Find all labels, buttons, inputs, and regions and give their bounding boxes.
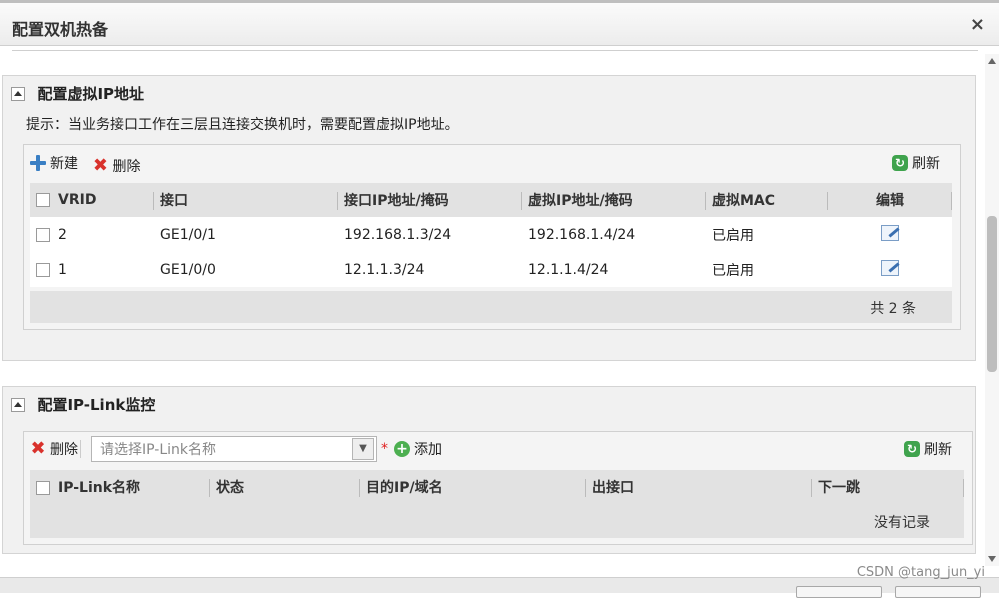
delete-button[interactable]: ✖ 删除 xyxy=(30,439,78,459)
column-header-iplink-name[interactable]: IP-Link名称 xyxy=(30,470,210,504)
edit-icon[interactable] xyxy=(881,259,899,276)
record-count: 共 2 条 xyxy=(870,301,916,317)
iplink-select[interactable]: 请选择IP-Link名称 ▼ xyxy=(91,436,377,462)
cell-edit xyxy=(828,252,952,287)
cancel-button[interactable] xyxy=(895,586,981,598)
cell-vmac: 已启用 xyxy=(706,252,828,287)
column-header-out-iface[interactable]: 出接口 xyxy=(586,470,812,504)
vertical-scrollbar[interactable] xyxy=(985,54,999,566)
delete-button-label: 删除 xyxy=(112,159,141,175)
iplink-toolbar: ✖ 删除 请选择IP-Link名称 ▼ * + 添加 ↻ 刷新 xyxy=(30,435,966,463)
iplink-panel-header[interactable]: 配置IP-Link监控 xyxy=(11,394,155,414)
ok-button[interactable] xyxy=(796,586,882,598)
table-header-row: IP-Link名称 状态 目的IP/域名 出接口 下一跳 xyxy=(30,470,964,504)
edit-icon[interactable] xyxy=(881,224,899,241)
cell-vrid: 2 xyxy=(30,217,154,252)
vip-panel-header[interactable]: 配置虚拟IP地址 xyxy=(11,83,144,103)
refresh-icon: ↻ xyxy=(892,155,908,171)
new-button-label: 新建 xyxy=(50,156,78,172)
refresh-button-label: 刷新 xyxy=(924,442,952,458)
close-icon[interactable]: × xyxy=(970,14,985,35)
column-header-next-hop[interactable]: 下一跳 xyxy=(812,470,964,504)
select-all-checkbox[interactable] xyxy=(36,193,50,207)
collapse-toggle-icon[interactable] xyxy=(11,397,25,412)
cell-vip: 192.168.1.4/24 xyxy=(522,217,706,252)
column-header-status[interactable]: 状态 xyxy=(210,470,360,504)
table-row[interactable]: 1 GE1/0/0 12.1.1.3/24 12.1.1.4/24 已启用 xyxy=(30,252,952,287)
select-all-checkbox[interactable] xyxy=(36,481,50,495)
delete-icon: ✖ xyxy=(30,438,46,459)
cell-vip: 12.1.1.4/24 xyxy=(522,252,706,287)
divider xyxy=(12,50,978,51)
plus-icon xyxy=(30,155,46,171)
column-header-edit: 编辑 xyxy=(828,183,952,217)
chevron-down-icon[interactable]: ▼ xyxy=(352,438,374,460)
vip-panel: 配置虚拟IP地址 提示：当业务接口工作在三层且连接交换机时，需要配置虚拟IP地址… xyxy=(2,75,976,361)
toolbar-separator xyxy=(80,440,81,458)
column-header-iface-ip[interactable]: 接口IP地址/掩码 xyxy=(338,183,522,217)
required-mark: * xyxy=(381,441,388,457)
column-header-vrid[interactable]: VRID xyxy=(30,183,154,217)
iplink-grid: ✖ 删除 请选择IP-Link名称 ▼ * + 添加 ↻ 刷新 IP-Link名… xyxy=(23,431,973,545)
scrollbar-thumb[interactable] xyxy=(987,216,997,372)
vip-table: VRID 接口 接口IP地址/掩码 虚拟IP地址/掩码 虚拟MAC 编辑 2 G… xyxy=(30,183,952,287)
delete-icon: ✖ xyxy=(92,155,108,176)
cell-iface: GE1/0/1 xyxy=(154,217,338,252)
column-header-vmac[interactable]: 虚拟MAC xyxy=(706,183,828,217)
row-checkbox[interactable] xyxy=(36,262,50,277)
cell-iface-ip: 192.168.1.3/24 xyxy=(338,217,522,252)
delete-button-label: 删除 xyxy=(50,442,78,458)
row-checkbox[interactable] xyxy=(36,227,50,242)
vip-table-footer: 共 2 条 xyxy=(30,291,952,323)
scroll-down-icon[interactable] xyxy=(988,556,996,562)
add-icon: + xyxy=(394,441,410,457)
iplink-panel-title: 配置IP-Link监控 xyxy=(37,396,156,414)
vip-toolbar: 新建 ✖ 删除 ↻ 刷新 xyxy=(30,153,954,175)
column-header-iface[interactable]: 接口 xyxy=(154,183,338,217)
collapse-toggle-icon[interactable] xyxy=(11,86,25,101)
add-button[interactable]: + 添加 xyxy=(394,439,442,459)
new-button[interactable]: 新建 xyxy=(30,153,78,173)
dialog-title: 配置双机热备 xyxy=(12,20,109,39)
refresh-icon: ↻ xyxy=(904,441,920,457)
column-header-vip[interactable]: 虚拟IP地址/掩码 xyxy=(522,183,706,217)
refresh-button[interactable]: ↻ 刷新 xyxy=(892,153,940,173)
refresh-button[interactable]: ↻ 刷新 xyxy=(904,439,952,459)
iplink-table-footer: 没有记录 xyxy=(30,504,964,538)
iplink-table: IP-Link名称 状态 目的IP/域名 出接口 下一跳 xyxy=(30,470,964,504)
column-header-dest[interactable]: 目的IP/域名 xyxy=(360,470,586,504)
cell-vrid: 1 xyxy=(30,252,154,287)
cell-iface-ip: 12.1.1.3/24 xyxy=(338,252,522,287)
vip-hint: 提示：当业务接口工作在三层且连接交换机时，需要配置虚拟IP地址。 xyxy=(26,117,459,133)
iplink-select-placeholder: 请选择IP-Link名称 xyxy=(100,442,216,458)
cell-vmac: 已启用 xyxy=(706,217,828,252)
refresh-button-label: 刷新 xyxy=(912,156,940,172)
table-row[interactable]: 2 GE1/0/1 192.168.1.3/24 192.168.1.4/24 … xyxy=(30,217,952,252)
delete-button[interactable]: ✖ 删除 xyxy=(92,155,141,176)
vip-panel-title: 配置虚拟IP地址 xyxy=(37,85,145,103)
vip-grid: 新建 ✖ 删除 ↻ 刷新 VRID 接口 接口IP地址/掩码 虚拟IP地址/掩码… xyxy=(23,144,961,330)
table-header-row: VRID 接口 接口IP地址/掩码 虚拟IP地址/掩码 虚拟MAC 编辑 xyxy=(30,183,952,217)
cell-iface: GE1/0/0 xyxy=(154,252,338,287)
scroll-up-icon[interactable] xyxy=(988,58,996,64)
cell-edit xyxy=(828,217,952,252)
iplink-panel: 配置IP-Link监控 ✖ 删除 请选择IP-Link名称 ▼ * + 添加 ↻… xyxy=(2,386,976,554)
dialog-titlebar: 配置双机热备 × xyxy=(0,0,999,46)
watermark: CSDN @tang_jun_yi xyxy=(856,565,985,580)
empty-text: 没有记录 xyxy=(874,515,930,531)
add-button-label: 添加 xyxy=(414,442,442,458)
